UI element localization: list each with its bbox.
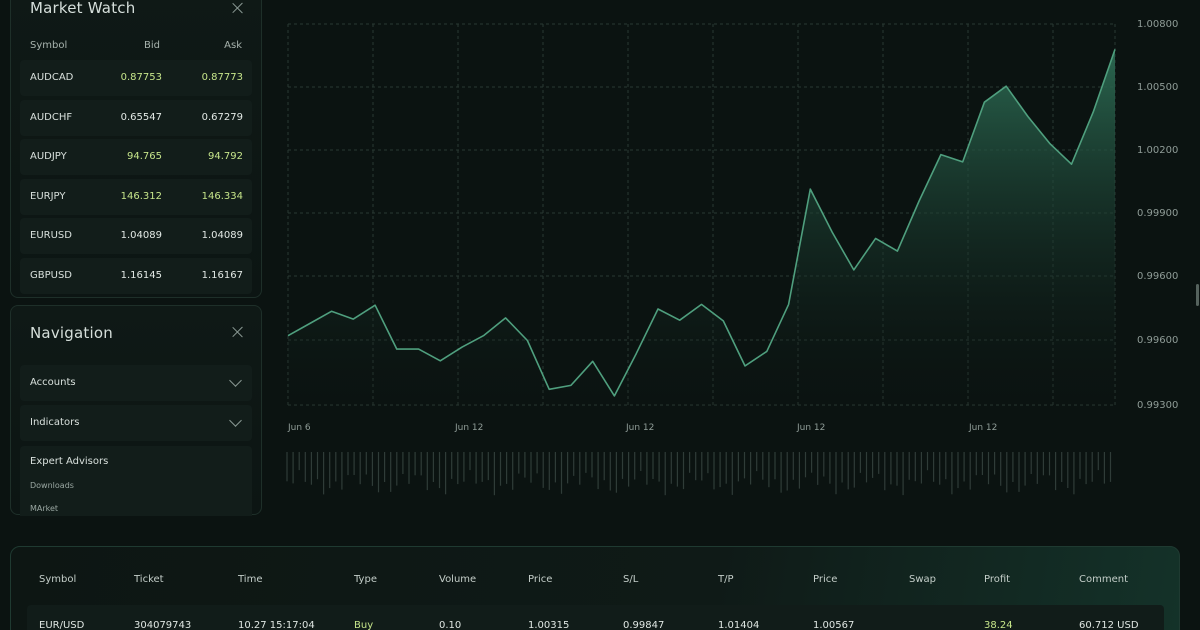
- nav-item-accounts[interactable]: Accounts: [20, 365, 252, 401]
- nav-item-expert-advisors[interactable]: Expert Advisors Downloads MArket: [20, 446, 252, 516]
- bid-cell: 1.16145: [120, 269, 162, 281]
- scrollbar-thumb[interactable]: [1196, 284, 1199, 306]
- y-tick-label: 0.99600: [1137, 335, 1178, 346]
- y-tick-label: 1.00200: [1137, 145, 1178, 156]
- trades-panel: Symbol Ticket Time Type Volume Price S/L T/P Pri…: [10, 546, 1180, 630]
- chevron-down-icon: [229, 374, 242, 387]
- cell-volume: 0.10: [439, 620, 462, 630]
- bid-cell: 0.87753: [120, 72, 162, 83]
- market-watch-row-audchf[interactable]: AUDCHF 0.65547 0.67279: [20, 99, 252, 136]
- column-header-type[interactable]: Type: [354, 574, 377, 585]
- market-watch-title: Market Watch: [30, 0, 136, 17]
- market-watch-row-audcad[interactable]: AUDCAD 0.87753 0.87773: [20, 60, 252, 96]
- column-header-time[interactable]: Time: [238, 574, 262, 585]
- column-header-symbol[interactable]: Symbol: [30, 40, 67, 51]
- column-header-comment[interactable]: Comment: [1079, 574, 1128, 585]
- ask-cell: 1.16167: [201, 269, 243, 281]
- nav-item-label: Indicators: [30, 417, 80, 428]
- price-area-fill: [288, 49, 1115, 406]
- cell-price: 1.00567: [813, 620, 855, 630]
- cell-sl: 0.99847: [623, 620, 665, 630]
- y-tick-label: 1.00800: [1137, 19, 1178, 30]
- market-watch-row-gbpusd[interactable]: GBPUSD 1.16145 1.16167: [20, 257, 252, 294]
- y-tick-label: 0.99900: [1137, 208, 1178, 219]
- column-header-volume[interactable]: Volume: [439, 574, 476, 585]
- ask-cell: 1.04089: [201, 230, 243, 241]
- table-row[interactable]: EUR/USD 304079743 10.27 15:17:04 Buy 0.10 1.0…: [27, 605, 1164, 630]
- market-watch-row-eurjpy[interactable]: EURJPY 146.312 146.334: [20, 178, 252, 215]
- navigation-panel: Navigation Accounts Indicators Expert Ad…: [10, 305, 262, 516]
- expert-advisors-market[interactable]: MArket: [30, 504, 58, 513]
- column-header-symbol[interactable]: Symbol: [39, 574, 76, 585]
- ask-cell: 94.792: [208, 151, 243, 162]
- column-header-price[interactable]: Price: [813, 574, 837, 585]
- column-header-ticket[interactable]: Ticket: [134, 574, 164, 585]
- close-icon[interactable]: [231, 325, 245, 339]
- column-header-price[interactable]: Price: [528, 574, 552, 585]
- market-watch-row-eurusd[interactable]: EURUSD 1.04089 1.04089: [20, 218, 252, 254]
- x-tick-label: Jun 12: [796, 423, 825, 433]
- y-tick-label: 0.99300: [1137, 400, 1178, 411]
- bid-cell: 1.04089: [120, 230, 162, 241]
- bid-cell: 146.312: [120, 190, 162, 202]
- x-tick-label: Jun 12: [625, 423, 654, 433]
- bid-cell: 94.765: [127, 151, 162, 162]
- nav-item-label: Accounts: [30, 377, 76, 388]
- y-tick-label: 0.99600: [1137, 271, 1178, 282]
- ask-cell: 146.334: [201, 190, 243, 202]
- cell-price: 1.00315: [528, 620, 570, 630]
- bid-cell: 0.65547: [120, 111, 162, 123]
- cell-time: 10.27 15:17:04: [238, 620, 315, 630]
- expert-advisors-downloads[interactable]: Downloads: [30, 481, 74, 490]
- cell-symbol: EUR/USD: [39, 620, 85, 630]
- column-header-swap[interactable]: Swap: [909, 574, 936, 585]
- cell-profit: 38.24: [984, 620, 1013, 630]
- chevron-down-icon: [229, 414, 242, 427]
- symbol-cell: AUDJPY: [30, 151, 67, 162]
- cell-type: Buy: [354, 620, 374, 630]
- symbol-cell: EURUSD: [30, 230, 72, 241]
- column-header-ask[interactable]: Ask: [224, 40, 242, 51]
- ask-cell: 0.87773: [201, 72, 243, 83]
- cell-tp: 1.01404: [718, 620, 760, 630]
- x-tick-label: Jun 12: [454, 423, 483, 433]
- x-tick-label: Jun 6: [287, 423, 311, 433]
- expert-advisors-label[interactable]: Expert Advisors: [30, 456, 108, 467]
- ask-cell: 0.67279: [201, 111, 243, 123]
- cell-comment: 60.712 USD: [1079, 620, 1139, 630]
- nav-item-indicators[interactable]: Indicators: [20, 405, 252, 441]
- market-watch-row-audjpy[interactable]: AUDJPY 94.765 94.792: [20, 139, 252, 175]
- navigation-title: Navigation: [30, 324, 113, 342]
- symbol-cell: AUDCAD: [30, 72, 74, 83]
- price-chart[interactable]: 1.00800 1.00500 1.00200 0.99900 0.99600 0.996…: [270, 0, 1200, 540]
- cell-ticket: 304079743: [134, 620, 192, 630]
- column-header-bid[interactable]: Bid: [144, 40, 160, 51]
- column-header-profit[interactable]: Profit: [984, 574, 1010, 585]
- market-watch-panel: Market Watch Symbol Bid Ask AUDCAD 0.8775…: [10, 0, 262, 298]
- symbol-cell: AUDCHF: [30, 111, 73, 123]
- symbol-cell: GBPUSD: [30, 269, 73, 281]
- symbol-cell: EURJPY: [30, 190, 66, 202]
- y-tick-label: 1.00500: [1137, 82, 1178, 93]
- close-icon[interactable]: [231, 1, 245, 15]
- column-header-tp[interactable]: T/P: [718, 574, 734, 585]
- column-header-sl[interactable]: S/L: [623, 574, 638, 585]
- x-tick-label: Jun 12: [968, 423, 997, 433]
